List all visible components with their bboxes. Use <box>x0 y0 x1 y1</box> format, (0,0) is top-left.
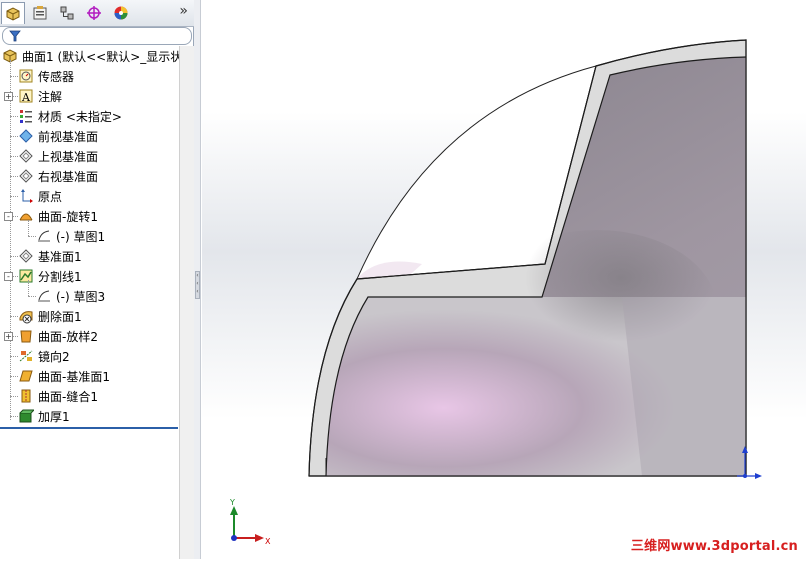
tree-guide-line <box>28 220 29 236</box>
tree-item[interactable]: 基准面1 <box>0 246 190 266</box>
tree-item-label: 加厚1 <box>38 409 70 424</box>
tree-item[interactable]: 材质 <未指定> <box>0 106 190 126</box>
tree-item[interactable]: 加厚1 <box>0 406 190 426</box>
origin-icon <box>18 188 34 204</box>
tree-item-label: (-) 草图1 <box>56 229 106 244</box>
delete-face-icon <box>18 308 34 324</box>
sketch-icon <box>36 228 52 244</box>
tree-item-label: 曲面-基准面1 <box>38 369 110 384</box>
tree-guide-line <box>28 280 29 296</box>
annotation-icon: A <box>18 88 34 104</box>
graphics-area[interactable]: Y X 三维网www.3dportal.cn <box>202 0 806 559</box>
tree-item-label: 曲面-放样2 <box>38 329 98 344</box>
filter-icon <box>9 30 21 42</box>
plane-icon <box>18 248 34 264</box>
tree-item[interactable]: 镜向2 <box>0 346 190 366</box>
expand-toggle[interactable]: + <box>4 332 13 341</box>
collapse-toggle[interactable]: - <box>4 212 13 221</box>
crosshair-icon <box>87 6 101 20</box>
tree-item-label: 注解 <box>38 89 63 104</box>
planar-surface-icon <box>18 368 34 384</box>
tree-item[interactable]: 曲面-缝合1 <box>0 386 190 406</box>
tree-item-label: 前视基准面 <box>38 129 99 144</box>
tree-item[interactable]: 曲面-基准面1 <box>0 366 190 386</box>
surface-revolve-icon <box>18 208 34 224</box>
tree-item-label: 曲面-旋转1 <box>38 209 98 224</box>
thicken-icon <box>18 408 36 424</box>
tree-item[interactable]: + 曲面-放样2 <box>0 326 190 346</box>
tree-scrollbar[interactable] <box>179 46 194 559</box>
tree-root-part[interactable]: 曲面1 (默认<<默认>_显示状 <box>0 46 190 66</box>
tree-item[interactable]: 前视基准面 <box>0 126 190 146</box>
triad-x-label: X <box>265 537 271 546</box>
panel-tab-bar: » <box>0 0 194 27</box>
tree-item-label: 曲面1 (默认<<默认>_显示状 <box>22 49 183 64</box>
tree-item-label: 基准面1 <box>38 249 82 264</box>
split-line-icon <box>18 268 34 284</box>
tree-item-label: 分割线1 <box>38 269 82 284</box>
configuration-manager-tab[interactable] <box>55 2 79 24</box>
tree-filter-input[interactable] <box>2 27 192 45</box>
tree-item-label: 原点 <box>38 189 63 204</box>
tree-item[interactable]: 原点 <box>0 186 190 206</box>
plane-icon <box>18 168 34 184</box>
model-view: Y X <box>229 39 762 546</box>
sketch-icon <box>36 288 52 304</box>
knit-surface-icon <box>18 388 34 404</box>
tree-item-label: 镜向2 <box>38 349 70 364</box>
configuration-manager-icon <box>60 6 74 20</box>
tree-item-label: 删除面1 <box>38 309 82 324</box>
panel-splitter[interactable]: ‹ ‹ ‹ <box>194 0 201 559</box>
expand-toggle[interactable]: + <box>4 92 13 101</box>
collapse-toggle[interactable]: - <box>4 272 13 281</box>
triad-y-label: Y <box>229 498 235 507</box>
tree-item[interactable]: 上视基准面 <box>0 146 190 166</box>
tree-item[interactable]: 删除面1 <box>0 306 190 326</box>
tree-item-label: 右视基准面 <box>38 169 99 184</box>
right-face-blend <box>622 297 746 476</box>
surface-loft-icon <box>18 328 34 344</box>
mirror-icon <box>18 348 34 364</box>
color-wheel-icon <box>114 6 128 20</box>
property-manager-icon <box>33 6 47 20</box>
tree-item[interactable]: 传感器 <box>0 66 190 86</box>
sensor-icon <box>18 68 34 84</box>
display-manager-tab[interactable] <box>109 2 133 24</box>
rollback-bar[interactable] <box>0 427 178 429</box>
view-triad: Y X <box>229 498 271 546</box>
watermark: 三维网www.3dportal.cn <box>630 539 798 554</box>
tree-item-label: 材质 <未指定> <box>38 109 122 124</box>
tree-item-label: 上视基准面 <box>38 149 99 164</box>
material-icon <box>18 108 34 124</box>
tree-item[interactable]: + A 注解 <box>0 86 190 106</box>
dimxpert-manager-tab[interactable] <box>82 2 106 24</box>
tree-item[interactable]: 右视基准面 <box>0 166 190 186</box>
svg-text:A: A <box>21 91 31 104</box>
tree-item-label: 曲面-缝合1 <box>38 389 98 404</box>
feature-tree-icon <box>6 6 20 21</box>
feature-manager-tab[interactable] <box>1 2 25 24</box>
plane-icon <box>18 148 34 164</box>
property-manager-tab[interactable] <box>28 2 52 24</box>
collapse-panel-handle[interactable]: ‹ ‹ ‹ <box>195 271 200 299</box>
tree-item-label: (-) 草图3 <box>56 289 106 304</box>
front-plane-icon <box>18 128 34 144</box>
feature-manager-panel: » 曲面1 (默认<<默认>_显示状传感器 + A 注解材质 <未指定> 前视基准面上视… <box>0 0 194 559</box>
more-tabs-button[interactable]: » <box>179 3 188 19</box>
tree-item-label: 传感器 <box>38 69 75 84</box>
